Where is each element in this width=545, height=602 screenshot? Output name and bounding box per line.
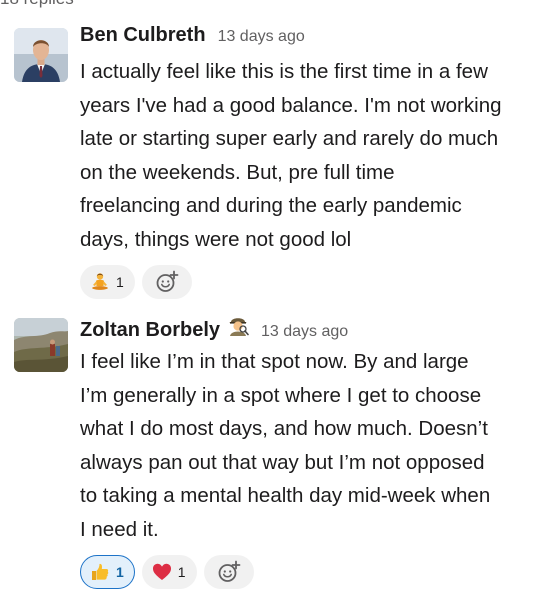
message-text-line: I feel like I’m in that spot now. By and… — [80, 350, 469, 373]
message-text-line: freelancing and during the early pandemi… — [80, 194, 462, 217]
message-body: Zoltan Borbely 13 days ago I feel like I… — [80, 314, 537, 589]
message-text-line: years I've had a good balance. I'm not w… — [80, 93, 502, 117]
person-in-lotus-position-emoji — [92, 273, 108, 290]
add-reaction-icon — [218, 560, 240, 582]
thread-view: 18 replies Ben Culbreth 13 days ago I — [0, 0, 545, 602]
avatar-photo — [14, 318, 68, 372]
add-reaction-icon — [156, 270, 179, 292]
message-text: I actually feel like this is the first t… — [80, 55, 537, 256]
reaction-pill[interactable]: 1 — [80, 265, 135, 299]
reactions-bar: 1 — [80, 265, 537, 299]
message-header: Zoltan Borbely 13 days ago — [80, 314, 537, 342]
author-name[interactable]: Ben Culbreth — [80, 24, 206, 47]
message-text-line: I actually feel like this is the first t… — [80, 60, 488, 83]
detective-emoji[interactable] — [227, 314, 249, 336]
message-text-line: late or starting super early and rarely … — [80, 127, 499, 150]
message-text-line: I’m generally in a spot where I get to c… — [80, 383, 482, 407]
author-name[interactable]: Zoltan Borbely — [80, 319, 220, 342]
message-header: Ben Culbreth 13 days ago — [80, 24, 537, 50]
replies-count[interactable]: 18 replies — [0, 0, 74, 9]
avatar[interactable] — [14, 318, 68, 372]
message-text-line: always pan out that way but I’m not oppo… — [80, 450, 485, 474]
timestamp[interactable]: 13 days ago — [218, 28, 305, 46]
timestamp[interactable]: 13 days ago — [261, 323, 348, 341]
avatar[interactable] — [14, 28, 68, 82]
add-reaction-button[interactable] — [203, 555, 254, 589]
message-text-line: what I do most days, and how much. Doesn… — [80, 417, 488, 440]
reactions-bar: 1 1 — [80, 555, 537, 589]
reaction-pill[interactable]: 1 — [141, 555, 197, 589]
message-text: I feel like I’m in that spot now. By and… — [80, 345, 537, 546]
message-body: Ben Culbreth 13 days ago I actually feel… — [80, 24, 537, 299]
add-reaction-button[interactable] — [141, 265, 192, 299]
thumbs-up-emoji — [92, 563, 109, 580]
avatar-photo — [14, 28, 68, 82]
message-text-line: I need it. — [80, 517, 159, 541]
message-text-line: days, things were not good lol — [80, 227, 352, 251]
message-text-line: on the weekends. But, pre full time — [80, 160, 395, 184]
reaction-pill[interactable]: 1 — [80, 555, 135, 589]
message-text-line: to taking a mental health day mid-week w… — [80, 484, 491, 507]
reaction-count: 1 — [116, 274, 124, 290]
reaction-count: 1 — [116, 564, 124, 580]
red-heart-emoji — [152, 563, 171, 580]
reaction-count: 1 — [177, 564, 186, 580]
